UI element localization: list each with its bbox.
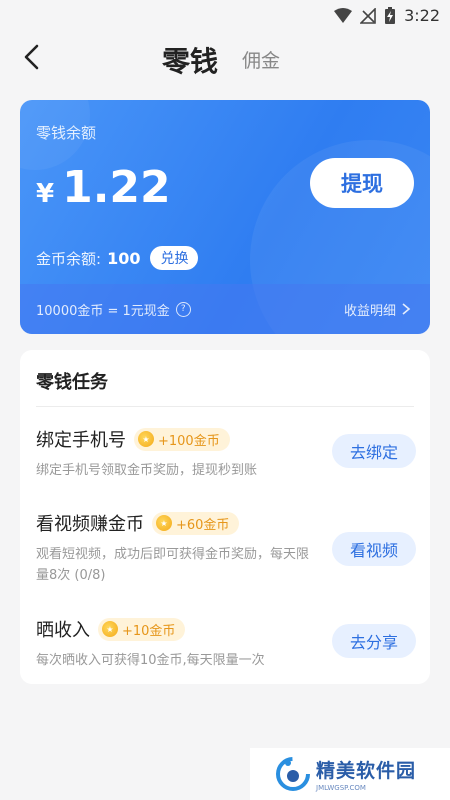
task-description: 观看短视频，成功后即可获得金币奖励，每天限量8次 (0/8) xyxy=(36,547,310,583)
status-icons: 3:22 xyxy=(334,6,440,25)
reward-badge: ★ +60金币 xyxy=(152,511,240,535)
reward-badge: ★ +10金币 xyxy=(98,617,186,641)
watch-video-button[interactable]: 看视频 xyxy=(332,532,416,566)
watermark: 精美软件园 JMLWGSP.COM xyxy=(250,748,450,800)
bind-phone-button[interactable]: 去绑定 xyxy=(332,434,416,468)
tasks-card: 零钱任务 绑定手机号 ★ +100金币 绑定手机号领取金币奖励，提现秒到账 去绑… xyxy=(20,350,430,684)
withdraw-button[interactable]: 提现 xyxy=(310,158,414,208)
exchange-button[interactable]: 兑换 xyxy=(150,246,199,270)
coin-icon: ★ xyxy=(156,515,172,531)
header: 零钱 佣金 xyxy=(0,32,450,84)
coin-balance-label: 金币余额: xyxy=(36,249,102,268)
earnings-detail-label: 收益明细 xyxy=(343,303,396,319)
chevron-right-icon xyxy=(402,303,411,315)
task-description: 每次晒收入可获得10金币,每天限量一次 xyxy=(36,653,265,668)
share-button[interactable]: 去分享 xyxy=(332,624,416,658)
exchange-rate-text: 10000金币 = 1元现金 xyxy=(36,303,170,319)
tab-commission[interactable]: 佣金 xyxy=(242,46,280,73)
watermark-text: 精美软件园 JMLWGSP.COM xyxy=(316,756,416,792)
battery-charging-icon xyxy=(385,6,396,24)
wifi-icon xyxy=(334,7,353,23)
reward-text: +60金币 xyxy=(176,517,230,533)
coin-icon: ★ xyxy=(102,621,118,637)
coin-icon: ★ xyxy=(138,431,154,447)
task-description: 绑定手机号领取金币奖励，提现秒到账 xyxy=(36,463,258,478)
task-name: 看视频赚金币 xyxy=(36,514,144,535)
task-bind-phone: 绑定手机号 ★ +100金币 绑定手机号领取金币奖励，提现秒到账 去绑定 xyxy=(36,426,416,481)
reward-text: +100金币 xyxy=(158,433,220,449)
coin-balance-value: 100 xyxy=(107,248,141,268)
tab-change[interactable]: 零钱 xyxy=(162,40,218,80)
back-button[interactable] xyxy=(16,42,46,72)
help-icon[interactable]: ? xyxy=(175,301,191,317)
status-time: 3:22 xyxy=(404,6,440,25)
status-bar: 3:22 xyxy=(0,0,450,32)
watermark-title: 精美软件园 xyxy=(316,760,417,782)
currency-symbol: ¥ xyxy=(36,179,55,209)
divider xyxy=(36,406,414,407)
balance-label: 零钱余额 xyxy=(36,124,97,142)
task-name: 晒收入 xyxy=(36,620,90,641)
coin-balance-row: 金币余额: 100 兑换 xyxy=(36,246,199,270)
balance-card: 零钱余额 ¥ 1.22 提现 金币余额: 100 兑换 10000金币 = 1元… xyxy=(20,100,430,334)
card-footer: 10000金币 = 1元现金 ? 收益明细 xyxy=(20,284,430,334)
task-name: 绑定手机号 xyxy=(36,430,126,451)
watermark-subtitle: JMLWGSP.COM xyxy=(316,784,366,792)
earnings-detail-link[interactable]: 收益明细 xyxy=(344,300,412,319)
no-signal-icon xyxy=(360,7,376,24)
watermark-logo-icon xyxy=(276,757,310,791)
exchange-rate: 10000金币 = 1元现金 ? xyxy=(36,300,191,319)
balance-amount: ¥ 1.22 xyxy=(36,162,171,213)
back-arrow-icon xyxy=(24,44,39,70)
task-watch-video: 看视频赚金币 ★ +60金币 观看短视频，成功后即可获得金币奖励，每天限量8次 … xyxy=(36,510,416,586)
tasks-title: 零钱任务 xyxy=(36,372,108,393)
balance-value: 1.22 xyxy=(62,162,171,213)
reward-text: +10金币 xyxy=(122,623,176,639)
task-share-income: 晒收入 ★ +10金币 每次晒收入可获得10金币,每天限量一次 去分享 xyxy=(36,616,416,671)
reward-badge: ★ +100金币 xyxy=(134,427,230,451)
